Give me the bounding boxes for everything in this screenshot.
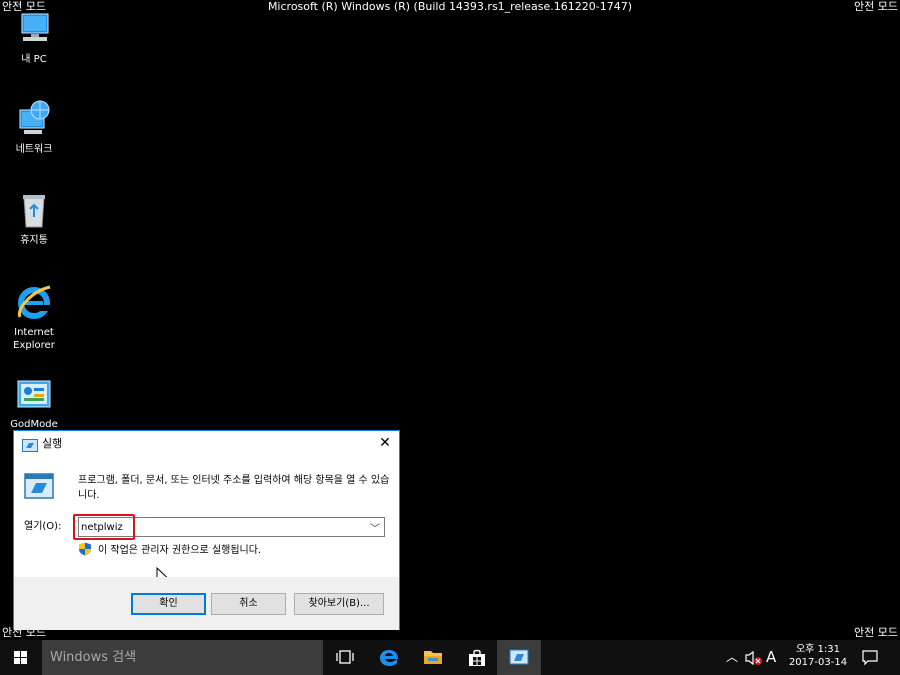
edge-button[interactable] — [367, 640, 411, 675]
run-taskbar-button[interactable] — [497, 640, 541, 675]
cancel-button[interactable]: 취소 — [211, 593, 286, 615]
run-dialog: 실행 ✕ 프로그램, 폴더, 문서, 또는 인터넷 주소를 입력하여 해당 항목… — [13, 430, 400, 630]
chevron-down-icon[interactable]: ﹀ — [370, 520, 380, 535]
ime-indicator[interactable]: A — [766, 649, 776, 666]
store-button[interactable] — [455, 640, 499, 675]
safe-mode-label-top-right: 안전 모드 — [854, 0, 898, 13]
run-description: 프로그램, 폴더, 문서, 또는 인터넷 주소를 입력하여 해당 항목을 열 수… — [78, 475, 390, 501]
run-icon — [509, 649, 529, 665]
file-explorer-button[interactable] — [411, 640, 455, 675]
clock-time: 오후 1:31 — [795, 644, 841, 655]
recycle-bin-icon — [14, 191, 54, 231]
show-hidden-icons-chevron-up-icon[interactable]: ︿ — [726, 651, 738, 664]
desktop-icon-internet-explorer[interactable]: Internet Explorer — [4, 283, 64, 352]
file-explorer-icon — [424, 651, 442, 664]
taskbar-search-box[interactable]: Windows 검색 — [42, 640, 323, 675]
desktop-icon-godmode[interactable]: GodMode — [4, 375, 64, 431]
internet-explorer-icon — [14, 283, 54, 323]
run-icon — [22, 437, 38, 452]
admin-note-text: 이 작업은 관리자 권한으로 실행됩니다. — [98, 545, 262, 556]
task-view-icon — [336, 650, 354, 664]
network-icon — [14, 100, 54, 140]
start-button[interactable] — [0, 640, 42, 675]
run-dialog-titlebar[interactable]: 실행 ✕ — [14, 431, 399, 457]
desktop-icon-my-pc[interactable]: 내 PC — [4, 10, 64, 66]
taskbar: Windows 검색 ︿ A 오후 1:31 2017-03-14 — [0, 640, 900, 675]
run-dialog-title: 실행 — [42, 437, 63, 450]
build-info: Microsoft (R) Windows (R) (Build 14393.r… — [267, 0, 633, 13]
desktop-icon-label: Internet Explorer — [13, 327, 55, 351]
open-label: 열기(O): — [24, 521, 62, 532]
ok-button[interactable]: 확인 — [131, 593, 206, 615]
desktop-icon-label: 휴지통 — [20, 235, 48, 246]
close-button[interactable]: ✕ — [371, 431, 399, 455]
windows-logo-icon — [14, 651, 27, 664]
computer-icon — [14, 10, 54, 50]
task-view-button[interactable] — [323, 640, 367, 675]
edge-icon — [380, 650, 398, 666]
admin-note: 이 작업은 관리자 권한으로 실행됩니다. — [78, 542, 261, 558]
desktop-icon-network[interactable]: 네트워크 — [4, 100, 64, 156]
run-dialog-footer: 확인 취소 찾아보기(B)... — [14, 577, 399, 630]
clock[interactable]: 오후 1:31 2017-03-14 — [783, 643, 853, 669]
safe-mode-label-bottom-right: 안전 모드 — [854, 626, 898, 639]
browse-button[interactable]: 찾아보기(B)... — [294, 593, 384, 615]
desktop-icon-label: 내 PC — [21, 54, 47, 65]
store-icon — [469, 649, 485, 666]
open-input[interactable] — [81, 519, 361, 535]
action-center-icon[interactable] — [862, 650, 878, 666]
desktop-icon-recycle-bin[interactable]: 휴지통 — [4, 191, 64, 247]
clock-date: 2017-03-14 — [788, 657, 848, 668]
desktop-icon-label: 네트워크 — [15, 144, 53, 155]
open-combobox[interactable]: ﹀ — [78, 517, 385, 537]
run-app-icon — [24, 473, 54, 499]
shield-icon — [78, 542, 92, 556]
control-panel-icon — [14, 375, 54, 415]
volume-muted-icon[interactable] — [745, 650, 763, 666]
